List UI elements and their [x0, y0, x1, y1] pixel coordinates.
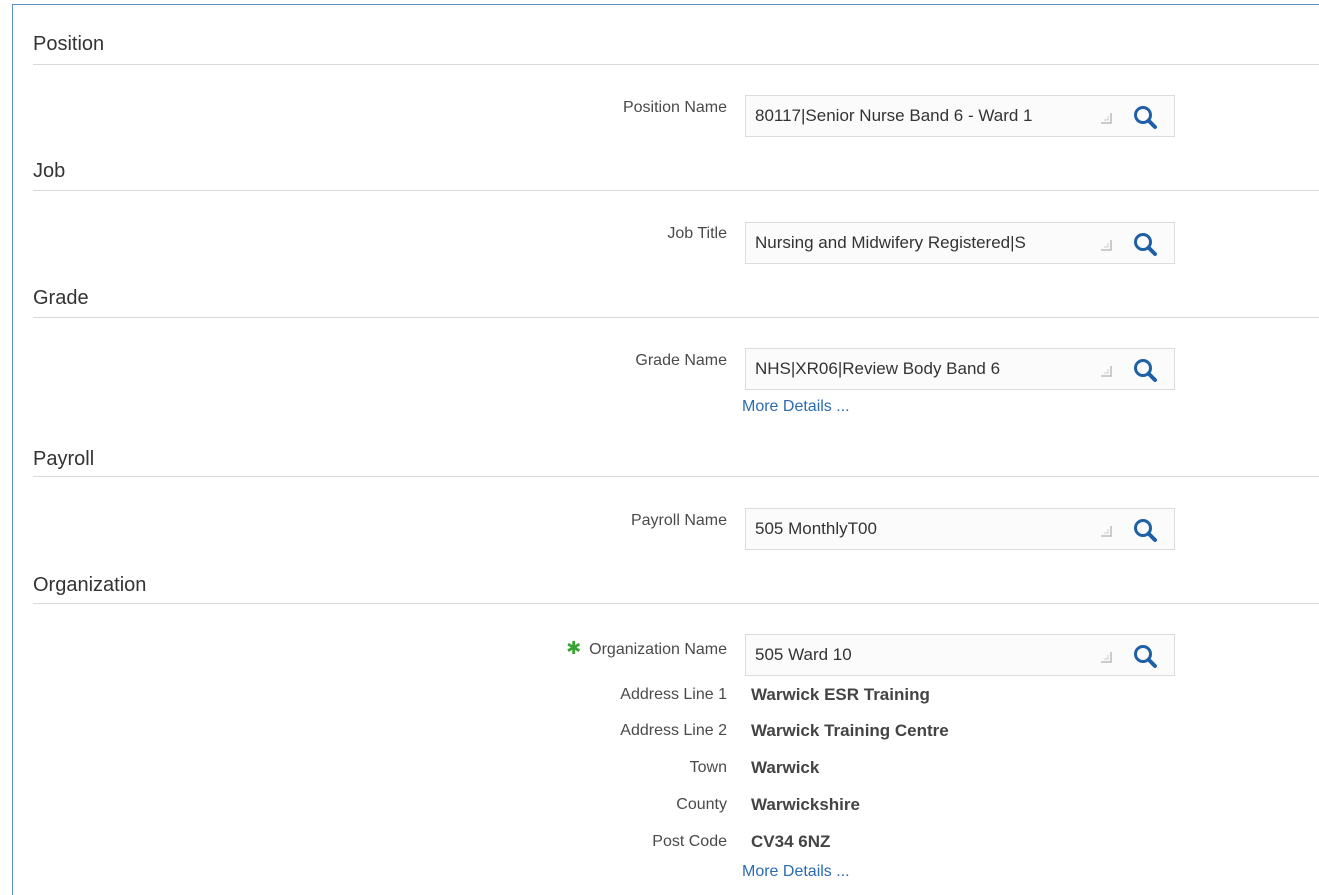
post-code-value: CV34 6NZ — [751, 832, 831, 851]
resize-handle-icon — [1101, 240, 1112, 251]
search-icon[interactable] — [1131, 516, 1159, 544]
payroll-name-value[interactable]: 505 MonthlyT00 — [755, 519, 1095, 539]
section-header-position: Position — [33, 33, 105, 55]
resize-handle-icon — [1101, 652, 1112, 663]
organization-name-label: Organization Name — [589, 641, 727, 658]
section-divider — [33, 317, 1319, 318]
position-name-value[interactable]: 80117|Senior Nurse Band 6 - Ward 1 — [755, 106, 1095, 126]
county-label: County — [676, 796, 727, 813]
section-divider — [33, 603, 1319, 604]
section-header-grade: Grade — [33, 287, 89, 309]
search-icon[interactable] — [1131, 356, 1159, 384]
section-header-job: Job — [33, 160, 66, 182]
job-title-field[interactable]: Nursing and Midwifery Registered|S — [745, 222, 1175, 264]
address-line-1-label: Address Line 1 — [620, 686, 727, 703]
county-value: Warwickshire — [751, 795, 860, 814]
section-divider — [33, 190, 1319, 191]
section-divider — [33, 64, 1319, 65]
job-title-value[interactable]: Nursing and Midwifery Registered|S — [755, 233, 1095, 253]
grade-more-details-link[interactable]: More Details ... — [742, 398, 850, 416]
address-line-1-value: Warwick ESR Training — [751, 685, 930, 704]
organization-name-field[interactable]: 505 Ward 10 — [745, 634, 1175, 676]
town-label: Town — [689, 759, 727, 776]
section-header-payroll: Payroll — [33, 448, 95, 470]
address-line-2-value: Warwick Training Centre — [751, 721, 949, 740]
organization-more-details-link[interactable]: More Details ... — [742, 863, 850, 881]
resize-handle-icon — [1101, 526, 1112, 537]
payroll-name-field[interactable]: 505 MonthlyT00 — [745, 508, 1175, 550]
section-header-organization: Organization — [33, 574, 147, 596]
section-divider — [33, 476, 1319, 477]
required-icon: ✱ — [566, 638, 582, 658]
position-name-field[interactable]: 80117|Senior Nurse Band 6 - Ward 1 — [745, 95, 1175, 137]
town-value: Warwick — [751, 758, 820, 777]
resize-handle-icon — [1101, 113, 1112, 124]
organization-name-value[interactable]: 505 Ward 10 — [755, 645, 1095, 665]
grade-name-field[interactable]: NHS|XR06|Review Body Band 6 — [745, 348, 1175, 390]
grade-name-value[interactable]: NHS|XR06|Review Body Band 6 — [755, 359, 1095, 379]
search-icon[interactable] — [1131, 103, 1159, 131]
job-title-label: Job Title — [667, 225, 727, 242]
post-code-label: Post Code — [652, 833, 727, 850]
position-name-label: Position Name — [622, 99, 727, 116]
payroll-name-label: Payroll Name — [630, 512, 727, 529]
address-line-2-label: Address Line 2 — [620, 722, 727, 739]
search-icon[interactable] — [1131, 230, 1159, 258]
grade-name-label: Grade Name — [635, 352, 727, 369]
search-icon[interactable] — [1131, 642, 1159, 670]
organization-name-label-row: ✱ Organization Name — [566, 638, 727, 659]
resize-handle-icon — [1101, 366, 1112, 377]
